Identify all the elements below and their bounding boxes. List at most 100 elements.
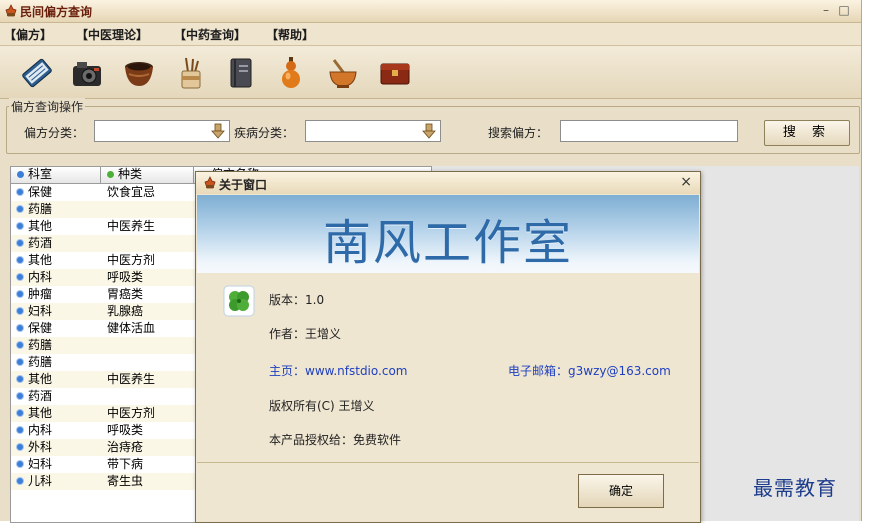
row-bullet-icon: [17, 393, 23, 399]
row-bullet-icon: [17, 461, 23, 467]
cell-dept: 内科: [11, 269, 100, 286]
row-bullet-icon: [17, 223, 23, 229]
dialog-divider: [197, 462, 699, 463]
close-icon[interactable]: ×: [680, 174, 692, 190]
search-group-title: 偏方查询操作: [9, 98, 86, 115]
menu-herb-query[interactable]: 【中药查询】: [174, 26, 246, 43]
row-bullet-icon: [17, 376, 23, 382]
dropdown-arrow-icon[interactable]: [420, 122, 438, 140]
column-header-kind[interactable]: 种类: [101, 167, 194, 183]
cell-dept: 药酒: [11, 388, 100, 405]
copyright-text: 版权所有(C) 王增义: [269, 399, 375, 413]
disease-select[interactable]: [305, 120, 441, 142]
about-dialog: 关于窗口 × 南风工作室 版本：1.0 作者：王增义 主页：www.nfstdi…: [195, 171, 701, 523]
cell-kind: [107, 235, 199, 252]
search-label: 搜索偏方：: [488, 126, 549, 140]
cell-kind: 带下病: [107, 457, 144, 471]
row-bullet-icon: [17, 444, 23, 450]
gourd-icon[interactable]: [272, 54, 310, 92]
cell-kind: 治痔疮: [107, 440, 144, 454]
minimize-button[interactable]: –: [818, 2, 834, 18]
cell-dept: 药膳: [11, 337, 100, 354]
cell-kind: 健体活血: [107, 321, 156, 335]
cell-kind: 胃癌类: [107, 287, 144, 301]
version-text: 版本：1.0: [269, 293, 325, 307]
cell-dept: 外科: [11, 439, 100, 456]
cell-dept: 药膳: [11, 354, 100, 371]
menu-prescription[interactable]: 【偏方】: [4, 26, 52, 43]
author-text: 作者：王增义: [269, 327, 342, 341]
brush-pot-icon[interactable]: [172, 54, 210, 92]
about-title: 关于窗口: [219, 178, 268, 192]
row-bullet-icon: [17, 189, 23, 195]
camera-icon[interactable]: [68, 54, 106, 92]
cell-dept: 其他: [11, 252, 100, 269]
cell-dept: 肿瘤: [11, 286, 100, 303]
book-icon[interactable]: [18, 54, 56, 92]
cell-kind: 中医方剂: [107, 253, 156, 267]
cell-dept: 其他: [11, 405, 100, 422]
cell-dept: 保健: [11, 184, 100, 201]
title-bar: 民间偏方查询 – □: [0, 0, 861, 23]
menu-tcm-theory[interactable]: 【中医理论】: [76, 26, 148, 43]
cell-kind: [107, 354, 199, 371]
row-bullet-icon: [17, 410, 23, 416]
notebook-icon[interactable]: [222, 54, 260, 92]
ok-button[interactable]: 确定: [578, 474, 664, 508]
cell-kind: 中医养生: [107, 372, 156, 386]
cell-kind: 呼吸类: [107, 423, 144, 437]
cell-kind: 中医方剂: [107, 406, 156, 420]
studio-name: 南风工作室: [322, 215, 573, 271]
cell-kind: 呼吸类: [107, 270, 144, 284]
cell-dept: 妇科: [11, 456, 100, 473]
row-bullet-icon: [17, 274, 23, 280]
row-bullet-icon: [17, 478, 23, 484]
cell-kind: [107, 337, 199, 354]
menu-bar: 【偏方】 【中医理论】 【中药查询】 【帮助】: [0, 23, 861, 46]
chest-icon[interactable]: [376, 54, 414, 92]
cell-dept: 内科: [11, 422, 100, 439]
license-text: 本产品授权给：免费软件: [269, 433, 402, 447]
row-bullet-icon: [17, 257, 23, 263]
row-bullet-icon: [17, 206, 23, 212]
window-title: 民间偏方查询: [20, 5, 93, 19]
maximize-button[interactable]: □: [836, 2, 852, 18]
cell-kind: 乳腺癌: [107, 304, 144, 318]
cell-dept: 药酒: [11, 235, 100, 252]
menu-help[interactable]: 【帮助】: [266, 26, 314, 43]
row-bullet-icon: [17, 291, 23, 297]
sort-icon: [107, 171, 114, 178]
cell-dept: 保健: [11, 320, 100, 337]
studio-banner: 南风工作室: [197, 195, 699, 273]
watermark-text: 最需教育: [753, 476, 837, 500]
about-title-bar: 关于窗口 ×: [196, 172, 700, 194]
category-select[interactable]: [94, 120, 230, 142]
cell-kind: 饮食宜忌: [107, 185, 156, 199]
disease-label: 疾病分类：: [234, 126, 295, 140]
cell-dept: 儿科: [11, 473, 100, 490]
email-link[interactable]: 电子邮箱：g3wzy@163.com: [508, 362, 671, 379]
cell-kind: 寄生虫: [107, 474, 144, 488]
homepage-link[interactable]: 主页：www.nfstdio.com: [269, 362, 407, 379]
cell-kind: 中医养生: [107, 219, 156, 233]
row-bullet-icon: [17, 359, 23, 365]
search-button[interactable]: 搜 索: [764, 120, 850, 146]
clover-icon: [223, 285, 255, 317]
cell-dept: 其他: [11, 371, 100, 388]
dropdown-arrow-icon[interactable]: [209, 122, 227, 140]
app-icon: [204, 176, 216, 189]
cell-dept: 妇科: [11, 303, 100, 320]
row-bullet-icon: [17, 427, 23, 433]
cell-kind: [107, 201, 199, 218]
bowl-icon[interactable]: [120, 54, 158, 92]
row-bullet-icon: [17, 342, 23, 348]
toolbar: [0, 46, 861, 99]
search-input[interactable]: [560, 120, 738, 142]
row-bullet-icon: [17, 325, 23, 331]
cell-kind: [107, 388, 199, 405]
row-bullet-icon: [17, 240, 23, 246]
mortar-icon[interactable]: [324, 54, 362, 92]
column-header-dept[interactable]: 科室: [11, 167, 101, 183]
category-label: 偏方分类：: [24, 126, 85, 140]
sort-icon: [17, 171, 24, 178]
